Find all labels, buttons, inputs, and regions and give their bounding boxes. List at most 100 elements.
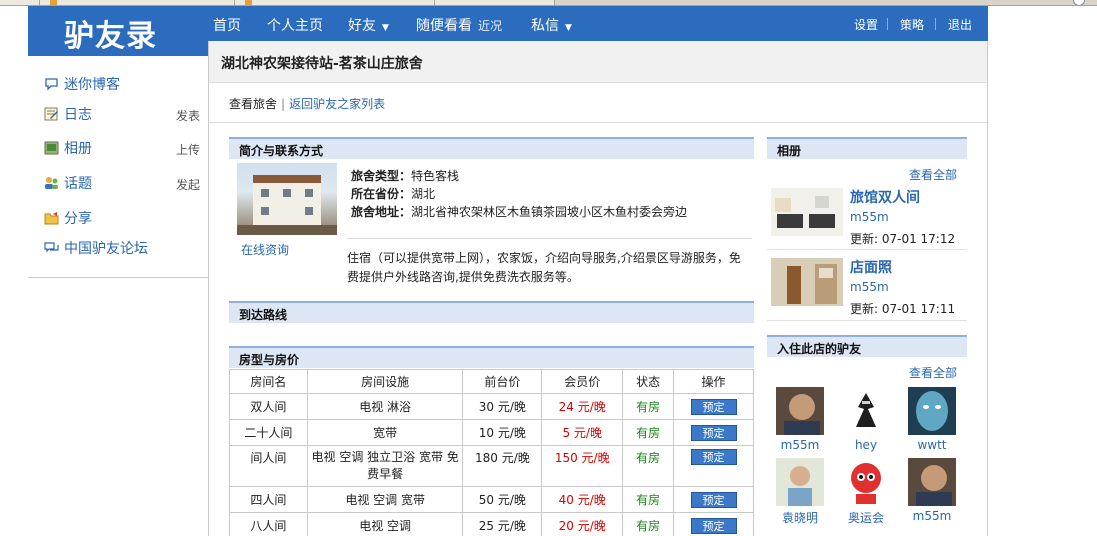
table-row: 双人间 电视 淋浴 30 元/晚 24 元/晚 有房 预定	[229, 393, 754, 420]
post-blog-link[interactable]: 发表	[176, 107, 200, 124]
breadcrumb-separator: |	[281, 97, 286, 111]
section-title: 到达路线	[239, 308, 288, 322]
field-value: 湖北	[411, 187, 436, 201]
table-row: 八人间 电视 空调 25 元/晚 20 元/晚 有房 预定	[229, 512, 754, 536]
album-owner-link[interactable]: m55m	[850, 280, 889, 294]
user-photo	[908, 458, 956, 506]
chevron-down-icon: ▼	[382, 23, 389, 33]
nav-recent-link[interactable]: 近况	[478, 19, 502, 33]
divider	[209, 122, 987, 123]
back-to-list-link[interactable]: 返回驴友之家列表	[289, 97, 385, 111]
photo-window	[261, 189, 269, 197]
folder-icon	[44, 212, 59, 225]
member-price: 20 元/晚	[541, 512, 624, 536]
table-row: 间人间 电视 空调 独立卫浴 宽带 免费早餐 180 元/晚 150 元/晚 有…	[229, 445, 754, 487]
album-title[interactable]: 旅馆双人间	[850, 187, 920, 207]
top-navbar: 首页 个人主页 好友 ▼ 随便看看 近况 私信 ▼ 设置 策略 退出	[208, 6, 988, 41]
guest-name[interactable]: m55m	[902, 509, 962, 523]
book-button[interactable]: 预定	[690, 517, 737, 534]
avatar[interactable]	[908, 458, 956, 506]
intro-section-header: 简介与联系方式	[229, 137, 754, 159]
route-section-header: 到达路线	[229, 301, 754, 323]
avatar[interactable]	[776, 387, 824, 435]
field-label: 旅舍地址：	[351, 205, 412, 219]
site-logo[interactable]: 驴友录	[28, 6, 208, 56]
sidebar-item-share[interactable]: 分享	[44, 207, 200, 229]
start-topic-link[interactable]: 发起	[176, 176, 200, 193]
room-facilities: 电视 淋浴	[306, 393, 464, 420]
front-price: 30 元/晚	[462, 393, 543, 420]
album-thumbnail[interactable]	[771, 258, 843, 306]
sidebar-item-blog[interactable]: 日志 发表	[44, 103, 200, 125]
section-title: 入住此店的驴友	[777, 342, 862, 356]
column-header: 会员价	[541, 369, 624, 394]
upload-photo-link[interactable]: 上传	[176, 141, 200, 158]
guest-name[interactable]: wwtt	[902, 438, 962, 452]
guest-name[interactable]: hey	[836, 438, 896, 452]
sidebar-item-label: 话题	[64, 176, 92, 192]
avatar[interactable]	[776, 458, 824, 506]
main-content: 湖北神农架接待站-茗茶山庄旅舍 查看旅舍 | 返回驴友之家列表 简介与联系方式 在线…	[208, 41, 988, 536]
address-row: 旅舍地址：湖北省神农架林区木鱼镇茶园坡小区木鱼村委会旁边	[351, 203, 687, 220]
chevron-down-icon: ▼	[565, 23, 572, 33]
tab-favicon-icon	[50, 0, 57, 5]
section-title: 房型与房价	[239, 353, 300, 367]
albums-section-header: 相册	[767, 137, 967, 159]
nav-home[interactable]: 首页	[213, 15, 241, 35]
book-button[interactable]: 预定	[690, 398, 737, 415]
nav-label: 私信	[531, 18, 559, 34]
room-action-cell: 预定	[673, 512, 754, 536]
room-status: 有房	[622, 512, 675, 536]
field-value: 湖北省神农架林区木鱼镇茶园坡小区木鱼村委会旁边	[411, 205, 688, 219]
table-row: 四人间 电视 空调 宽带 50 元/晚 40 元/晚 有房 预定	[229, 486, 754, 513]
online-consult-link[interactable]: 在线资询	[241, 241, 289, 258]
people-icon	[45, 177, 58, 189]
sidebar-item-miniblog[interactable]: 迷你博客	[44, 73, 200, 95]
guest-name[interactable]: m55m	[770, 438, 830, 452]
guest-name[interactable]: 奥运会	[836, 509, 896, 526]
photo-building	[253, 175, 321, 225]
nav-messages[interactable]: 私信 ▼	[531, 15, 572, 35]
left-sidebar: 迷你博客 日志 发表 相册 上传 话题 发起 分享 中国驴友论坛	[28, 56, 208, 278]
bedroom-photo	[771, 188, 843, 236]
nav-logout[interactable]: 退出	[948, 16, 972, 33]
browser-menu-icon[interactable]	[1073, 0, 1085, 5]
room-facilities: 电视 空调	[306, 512, 464, 536]
album-title[interactable]: 店面照	[850, 257, 892, 277]
user-photo	[776, 387, 824, 435]
guest-name[interactable]: 袁晓明	[770, 509, 830, 526]
book-button[interactable]: 预定	[690, 424, 737, 441]
sidebar-item-forum[interactable]: 中国驴友论坛	[44, 237, 200, 259]
storefront-photo	[771, 258, 843, 306]
nav-settings[interactable]: 设置	[854, 16, 878, 33]
room-status: 有房	[622, 393, 675, 420]
book-button[interactable]: 预定	[690, 491, 737, 508]
photo-window	[261, 207, 269, 215]
avatar[interactable]	[842, 387, 890, 435]
nav-profile[interactable]: 个人主页	[267, 15, 323, 35]
avatar[interactable]	[908, 387, 956, 435]
sidebar-item-album[interactable]: 相册 上传	[44, 137, 200, 159]
room-facilities: 电视 空调 独立卫浴 宽带 免费早餐	[306, 445, 464, 487]
logo-text: 驴友录	[64, 19, 157, 54]
nav-strategy[interactable]: 策略	[900, 16, 924, 33]
column-header: 前台价	[462, 369, 543, 394]
book-button[interactable]: 预定	[690, 449, 737, 465]
album-owner-link[interactable]: m55m	[850, 210, 889, 224]
column-header: 操作	[673, 369, 754, 394]
table-row: 二十人间 宽带 10 元/晚 5 元/晚 有房 预定	[229, 419, 754, 446]
user-photo	[842, 458, 890, 506]
sidebar-item-topic[interactable]: 话题 发起	[44, 172, 200, 194]
guests-view-all-link[interactable]: 查看全部	[909, 364, 957, 381]
albums-view-all-link[interactable]: 查看全部	[909, 166, 957, 183]
hostel-photo[interactable]	[237, 163, 337, 235]
avatar[interactable]	[842, 458, 890, 506]
room-action-cell: 预定	[673, 419, 754, 446]
member-price: 150 元/晚	[541, 445, 624, 487]
nav-divider	[935, 18, 936, 30]
nav-browse[interactable]: 随便看看 近况	[416, 15, 502, 35]
user-photo	[842, 387, 890, 435]
nav-friends[interactable]: 好友 ▼	[348, 15, 389, 35]
room-action-cell: 预定	[673, 445, 754, 487]
album-thumbnail[interactable]	[771, 188, 843, 236]
